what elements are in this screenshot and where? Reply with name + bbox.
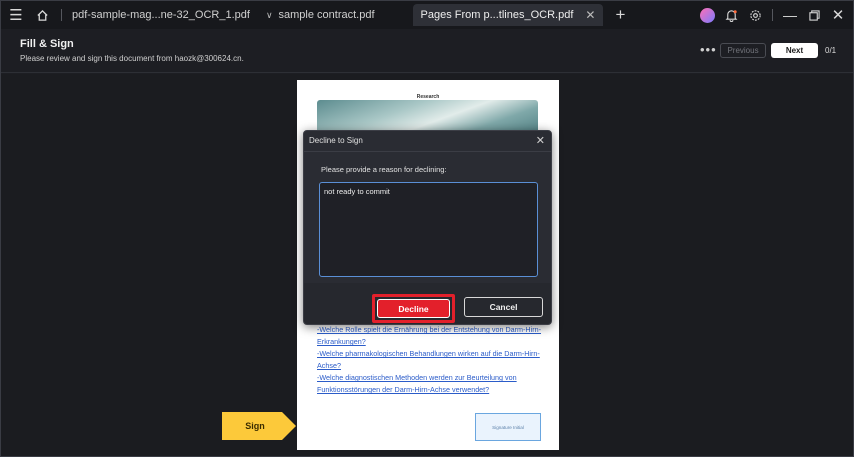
document-link[interactable]: Erkrankungen? — [317, 336, 543, 348]
document-link[interactable]: -Welche Rolle spielt die Ernährung bei d… — [317, 324, 543, 336]
window-controls: — ✕ — [696, 4, 849, 26]
home-icon[interactable] — [31, 4, 53, 26]
close-window-icon[interactable]: ✕ — [827, 4, 849, 26]
tab-label: sample contract.pdf — [278, 9, 375, 21]
minimize-icon[interactable]: — — [779, 4, 801, 26]
restore-icon[interactable] — [803, 4, 825, 26]
app-window: ☰ pdf-sample-mag...ne-32_OCR_1.pdf ∨ sam… — [0, 0, 854, 457]
dialog-title: Decline to Sign — [309, 136, 363, 145]
decline-button[interactable]: Decline — [377, 299, 450, 318]
link-list: -Welche Rolle spielt die Ernährung bei d… — [317, 324, 543, 396]
notification-bell-icon[interactable] — [720, 4, 742, 26]
signature-field[interactable]: Signature Initial — [475, 413, 541, 441]
page-title: Fill & Sign — [20, 38, 74, 50]
new-tab-icon[interactable]: + — [609, 4, 631, 26]
document-link[interactable]: -Welche pharmakologischen Behandlungen w… — [317, 348, 543, 360]
tab-pdf-sample-mag[interactable]: pdf-sample-mag...ne-32_OCR_1.pdf — [64, 4, 258, 26]
page-counter: 0/1 — [825, 46, 837, 55]
decline-reason-input[interactable]: not ready to commit — [319, 182, 538, 277]
tab-sample-contract[interactable]: ∨ sample contract.pdf — [258, 4, 383, 26]
sign-button[interactable]: Sign — [222, 412, 296, 440]
highlight-frame: Decline — [372, 294, 455, 323]
window-separator — [772, 9, 773, 21]
sign-label: Sign — [245, 421, 265, 431]
dialog-divider — [304, 151, 551, 152]
avatar[interactable] — [696, 4, 718, 26]
previous-button[interactable]: Previous — [720, 43, 766, 58]
gear-icon[interactable] — [744, 4, 766, 26]
cancel-button[interactable]: Cancel — [464, 297, 543, 317]
decline-prompt: Please provide a reason for declining: — [321, 165, 447, 174]
close-icon[interactable]: ✕ — [536, 134, 545, 147]
tab-label: Pages From p...tlines_OCR.pdf — [420, 9, 574, 21]
next-button[interactable]: Next — [771, 43, 818, 58]
document-link[interactable]: Achse? — [317, 360, 543, 372]
document-link[interactable]: -Welche diagnostischen Methoden werden z… — [317, 372, 543, 384]
more-options-icon[interactable]: ••• — [700, 42, 717, 57]
page-subtitle: Please review and sign this document fro… — [20, 54, 244, 63]
tab-pages-from[interactable]: Pages From p...tlines_OCR.pdf ✕ — [412, 4, 604, 26]
title-bar: ☰ pdf-sample-mag...ne-32_OCR_1.pdf ∨ sam… — [1, 1, 853, 29]
document-link[interactable]: Funktionsstörungen der Darm-Hirn-Achse v… — [317, 384, 543, 396]
close-tab-icon[interactable]: ✕ — [585, 8, 595, 22]
decline-dialog: Decline to Sign ✕ Please provide a reaso… — [303, 130, 552, 325]
menu-icon[interactable]: ☰ — [5, 4, 27, 26]
fill-sign-header: Fill & Sign Please review and sign this … — [1, 29, 853, 73]
tab-label: pdf-sample-mag...ne-32_OCR_1.pdf — [72, 9, 250, 21]
chevron-down-icon[interactable]: ∨ — [266, 10, 273, 21]
tab-separator — [61, 9, 62, 21]
